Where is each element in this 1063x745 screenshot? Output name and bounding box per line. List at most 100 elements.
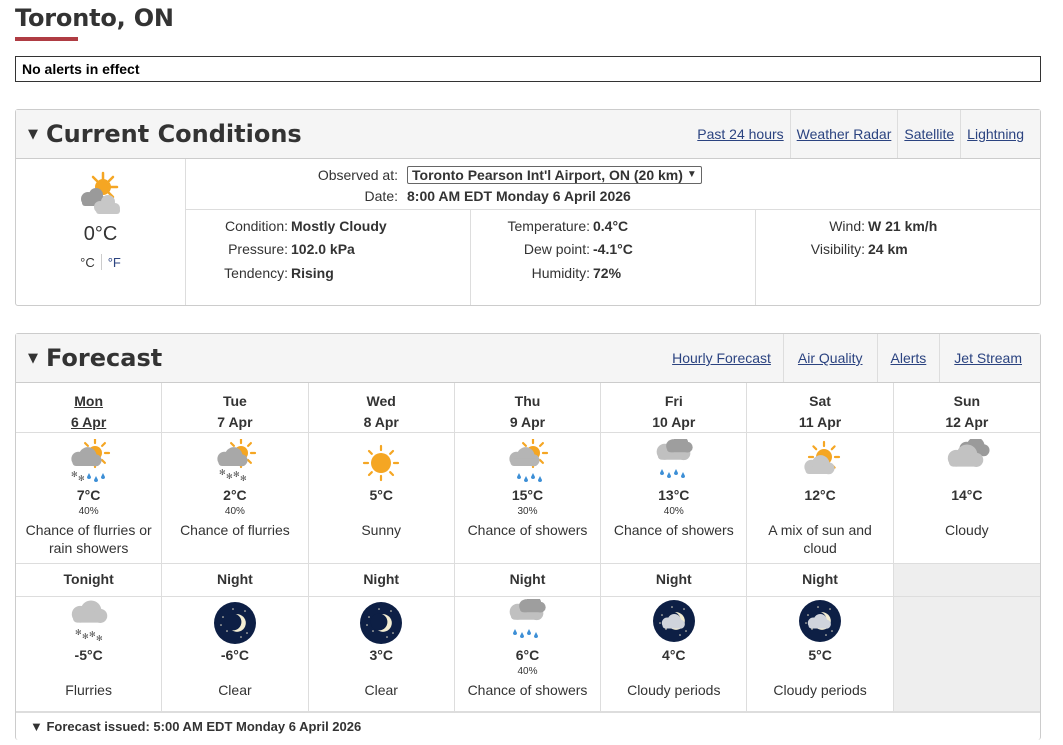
day-name: Wed — [366, 393, 396, 409]
night-header: Night — [454, 564, 602, 597]
day-header: Thu 9 Apr — [454, 383, 602, 433]
visibility-value: 24 km — [868, 241, 908, 258]
empty-cell — [893, 597, 1040, 712]
cloud-showers-icon — [510, 599, 547, 638]
forecast-links: Hourly Forecast Air Quality Alerts Jet S… — [660, 334, 1030, 382]
current-conditions-heading: Current Conditions — [46, 120, 302, 148]
air-quality-link[interactable]: Air Quality — [784, 334, 877, 382]
moon-clear-icon — [213, 602, 256, 644]
issued-caret-icon: ▼ — [30, 719, 47, 734]
jet-stream-link[interactable]: Jet Stream — [940, 334, 1030, 382]
forecast-issued[interactable]: ▼ Forecast issued: 5:00 AM EDT Monday 6 … — [16, 712, 1040, 740]
day-header[interactable]: Mon 6 Apr — [16, 383, 163, 433]
unit-divider — [100, 254, 102, 270]
pressure-value: 102.0 kPa — [291, 241, 355, 258]
day-forecast: ✻ ✻ 7°C 40% Chance of flurries or rain showe… — [16, 433, 163, 564]
page: Toronto, ON No alerts in effect ▼ Curren… — [0, 0, 1063, 745]
forecast-panel: ▼ Forecast Hourly Forecast Air Quality A… — [15, 333, 1041, 740]
day-header: Tue 7 Apr — [162, 383, 309, 433]
conditions-column-3: Wind: W 21 km/h Visibility: 24 km — [756, 210, 1040, 305]
night-forecast: 3°C Clear — [308, 597, 455, 712]
forecast-heading: Forecast — [46, 344, 163, 372]
day-date: 8 Apr — [363, 414, 399, 430]
satellite-link[interactable]: Satellite — [898, 110, 960, 158]
observed-at-label: Observed at: — [317, 166, 398, 183]
cloud-showers-icon — [656, 439, 693, 478]
sun-icon — [363, 444, 400, 482]
svg-text:✻: ✻ — [219, 468, 226, 477]
current-conditions-toggle[interactable]: ▼ Current Conditions — [28, 120, 302, 148]
moon-cloud-icon — [799, 600, 842, 642]
sun-cloud-icon — [80, 171, 120, 214]
sun-cloud-icon — [804, 440, 841, 475]
forecast-header: ▼ Forecast Hourly Forecast Air Quality A… — [16, 334, 1040, 383]
day-date: 12 Apr — [945, 414, 989, 430]
past-24-hours-link[interactable]: Past 24 hours — [691, 110, 789, 158]
cloud-icon — [947, 439, 990, 467]
day-date: 6 Apr — [71, 414, 107, 430]
conditions-grid: Condition: Mostly Cloudy Pressure: 102.0 k… — [186, 210, 1040, 305]
night-summary: Cloudy periods — [773, 682, 867, 698]
hourly-forecast-link[interactable]: Hourly Forecast — [660, 334, 783, 382]
current-conditions-body: 0°C °C °F Observed at: Toronto Pearson I… — [16, 159, 1040, 305]
tendency-value: Rising — [291, 264, 334, 281]
day-header: Wed 8 Apr — [308, 383, 455, 433]
observation-date: 8:00 AM EDT Monday 6 April 2026 — [407, 187, 631, 204]
precip-probability: 40% — [517, 666, 538, 677]
current-conditions-header: ▼ Current Conditions Past 24 hours Weath… — [16, 110, 1040, 159]
conditions-column-1: Condition: Mostly Cloudy Pressure: 102.0 k… — [186, 210, 471, 305]
day-forecast: 15°C 30% Chance of showers — [454, 433, 602, 564]
celsius-unit: °C — [80, 254, 95, 270]
day-name: Thu — [514, 393, 541, 409]
page-title: Toronto, ON — [15, 4, 174, 32]
day-date: 11 Apr — [798, 414, 842, 430]
night-forecast: ✻ ✻ ✻ ✻ -5°C Flurries — [16, 597, 163, 712]
observation-station-select[interactable]: Toronto Pearson Int'l Airport, ON (20 km… — [407, 165, 702, 184]
night-temperature: -6°C — [220, 647, 249, 663]
forecast-issued-text: Forecast issued: 5:00 AM EDT Monday 6 Ap… — [46, 719, 362, 734]
night-header: Night — [747, 564, 894, 597]
moon-clear-icon — [360, 602, 403, 644]
alerts-link[interactable]: Alerts — [878, 334, 940, 382]
night-temperature: -5°C — [74, 647, 103, 663]
collapse-caret-icon: ▼ — [28, 350, 38, 366]
humidity-value: 72% — [593, 264, 622, 281]
svg-text:✻: ✻ — [226, 472, 233, 481]
day-forecast: 14°C Cloudy — [893, 433, 1040, 564]
weather-radar-link[interactable]: Weather Radar — [791, 110, 898, 158]
night-temperature: 6°C — [515, 647, 540, 663]
night-summary: Clear — [218, 682, 252, 698]
day-date: 10 Apr — [652, 414, 696, 430]
svg-text:✻: ✻ — [78, 474, 85, 483]
day-temperature: 7°C — [76, 487, 101, 503]
forecast-grid: Mon 6 Apr Tue 7 Apr Wed 8 Apr Thu 9 Apr Fri 10 Ap… — [16, 383, 1040, 712]
day-name: Tue — [222, 393, 247, 409]
precip-probability: 40% — [224, 506, 245, 517]
dewpoint-label: Dew point: — [523, 241, 590, 258]
chevron-down-icon: ▼ — [686, 169, 697, 180]
unit-switcher: °C °F — [80, 254, 121, 270]
lightning-link[interactable]: Lightning — [961, 110, 1030, 158]
title-underline — [15, 37, 78, 41]
forecast-toggle[interactable]: ▼ Forecast — [28, 344, 162, 372]
day-name: Sat — [809, 393, 831, 409]
conditions-column-2: Temperature: 0.4°C Dew point: -4.1°C Humid… — [471, 210, 756, 305]
precip-probability — [894, 506, 1040, 519]
fahrenheit-link[interactable]: °F — [108, 255, 121, 270]
day-header: Fri 10 Apr — [601, 383, 748, 433]
current-conditions-links: Past 24 hours Weather Radar Satellite Li… — [691, 110, 1030, 158]
dewpoint-value: -4.1°C — [593, 241, 633, 258]
svg-text:✻: ✻ — [82, 632, 89, 641]
night-forecast: 6°C 40% Chance of showers — [454, 597, 602, 712]
day-temperature: 12°C — [804, 487, 836, 503]
night-forecast: 4°C Cloudy periods — [601, 597, 748, 712]
svg-text:✻: ✻ — [240, 474, 247, 483]
night-header: Night — [162, 564, 309, 597]
observation-info: Observed at: Toronto Pearson Int'l Airpo… — [186, 159, 1040, 210]
date-label: Date: — [364, 187, 398, 204]
day-summary: Chance of flurries or rain showers — [25, 522, 152, 556]
day-temperature: 2°C — [223, 487, 247, 503]
wind-value: W 21 km/h — [868, 217, 938, 234]
day-summary: Chance of flurries — [180, 522, 290, 538]
day-name: Mon — [74, 393, 104, 409]
